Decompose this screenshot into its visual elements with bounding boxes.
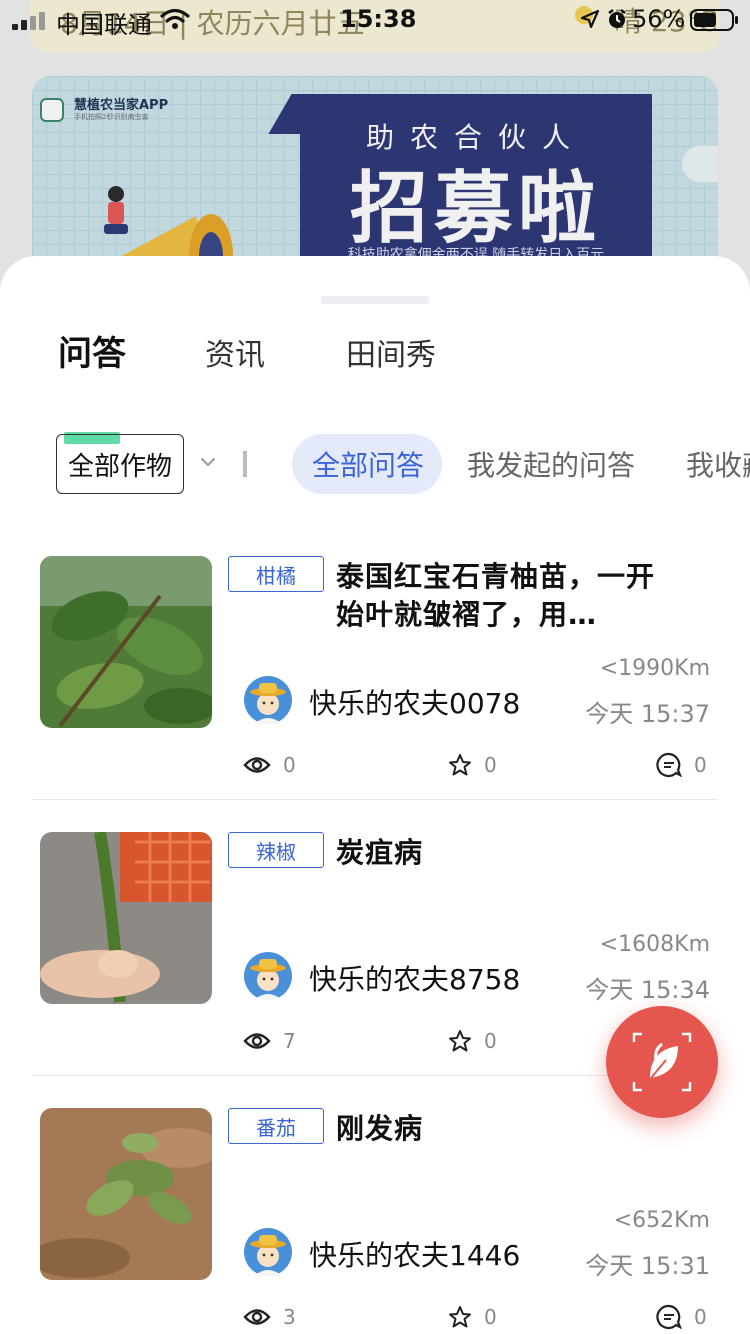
distance-text: <1608Km [599,932,710,957]
comment-icon[interactable] [656,752,682,778]
tab-field-show[interactable]: 田间秀 [346,330,436,374]
background-home: 8月14日 | 农历六月廿五 晴 23℃ 慧植农当家APP 手机拍照2秒识别病虫… [0,0,750,300]
crop-tag[interactable]: 番茄 [228,1108,324,1144]
battery-percentage: 56% [632,5,686,33]
tab-bar: 问答 资讯 田间秀 [0,326,750,444]
filter-divider [243,451,247,477]
filter-favorited-qa[interactable]: 我收藏的问答 [686,434,750,494]
filter-row: 全部作物 全部问答 我发起的问答 我收藏的问答 [0,434,750,494]
views-count: 0 [283,753,296,777]
views-stat: 7 [243,1028,296,1054]
alarm-clock-icon [608,9,626,28]
tab-qa[interactable]: 问答 [58,326,126,375]
status-bar: 中国联通 15:38 56% [0,0,750,40]
favorites-count: 0 [484,753,497,777]
carrier-name: 中国联通 [56,11,152,39]
question-title[interactable]: 炭疽病 [336,834,666,872]
tab-qa-label: 问答 [58,334,126,374]
leaf-scan-icon [632,1032,692,1092]
filter-all-qa[interactable]: 全部问答 [292,434,442,494]
farmer-avatar [244,1228,292,1276]
question-card[interactable]: 柑橘 泰国红宝石青柚苗，一开始叶就皱褶了，用… 快乐的农夫0078 <1990K… [0,556,750,832]
location-arrow-icon [580,9,600,29]
author-name: 快乐的农夫8758 [309,963,521,996]
favorites-stat[interactable]: 0 [448,752,497,778]
question-photo [40,1108,212,1280]
comment-icon[interactable] [656,1304,682,1330]
crop-select[interactable]: 全部作物 [56,434,184,494]
author-name: 快乐的农夫1446 [309,1239,521,1272]
post-time: 今天 15:34 [585,976,710,1004]
favorites-count: 0 [484,1305,497,1329]
favorites-stat[interactable]: 0 [448,1028,497,1054]
comments-count: 0 [694,1305,707,1329]
battery-icon [690,9,738,31]
star-icon[interactable] [448,1305,472,1329]
dim-overlay [0,0,750,300]
favorites-count: 0 [484,1029,497,1053]
question-title[interactable]: 泰国红宝石青柚苗，一开始叶就皱褶了，用… [336,558,666,634]
tab-news[interactable]: 资讯 [205,330,265,374]
comments-stat[interactable]: 0 [656,1304,707,1330]
bottom-sheet: 问答 资讯 田间秀 全部作物 全部问答 我发起的问答 我收藏的问答 柑橘 泰国红… [0,256,750,1334]
question-photo [40,556,212,728]
distance-text: <1990Km [599,656,710,681]
chevron-down-icon[interactable] [198,452,218,472]
wifi-icon [160,8,190,29]
scan-identify-button[interactable] [606,1006,718,1118]
post-time: 今天 15:37 [585,700,710,728]
star-icon[interactable] [448,1029,472,1053]
filter-my-qa[interactable]: 我发起的问答 [467,434,635,494]
crop-tag[interactable]: 辣椒 [228,832,324,868]
comments-count: 0 [694,753,707,777]
question-photo [40,832,212,1004]
eye-icon [243,1033,271,1049]
cellular-signal-icon [12,12,52,30]
views-count: 3 [283,1305,296,1329]
drag-handle[interactable] [321,296,429,304]
farmer-avatar [244,676,292,724]
author-name: 快乐的农夫0078 [309,687,521,720]
eye-icon [243,757,271,773]
post-time: 今天 15:31 [585,1252,710,1280]
favorites-stat[interactable]: 0 [448,1304,497,1330]
crop-tag[interactable]: 柑橘 [228,556,324,592]
distance-text: <652Km [613,1208,710,1233]
views-count: 7 [283,1029,296,1053]
tab-field-show-label: 田间秀 [346,338,436,373]
question-card[interactable]: 番茄 刚发病 快乐的农夫1446 <652Km 今天 15:31 3 0 0 [0,1108,750,1334]
star-icon[interactable] [448,753,472,777]
comments-stat[interactable]: 0 [656,752,707,778]
farmer-avatar [244,952,292,1000]
eye-icon [243,1309,271,1325]
views-stat: 3 [243,1304,296,1330]
views-stat: 0 [243,752,296,778]
card-divider [32,799,718,800]
tab-news-label: 资讯 [205,338,265,373]
status-time: 15:38 [340,5,417,33]
